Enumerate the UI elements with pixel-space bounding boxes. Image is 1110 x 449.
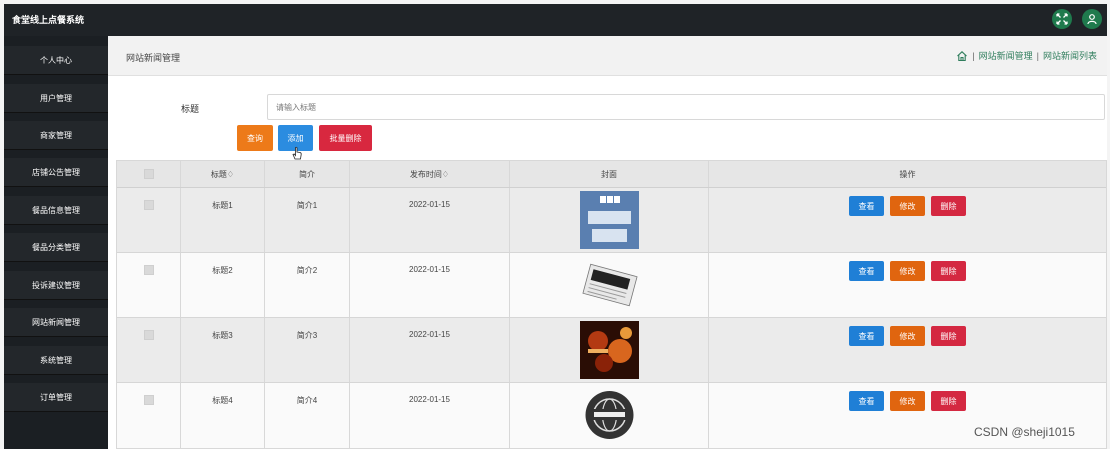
hand-cursor-icon — [292, 146, 302, 160]
sidebar-item-meal-info[interactable]: 餐品信息管理 — [4, 196, 108, 225]
sidebar-item-label: 投诉建议管理 — [32, 280, 80, 290]
newspaper-cover — [579, 256, 639, 314]
sidebar: 个人中心 用户管理 商家管理 店铺公告管理 餐品信息管理 餐品分类管理 投诉建议… — [4, 36, 108, 449]
row-checkbox[interactable] — [143, 200, 154, 210]
row-time: 2022-01-15 — [350, 383, 510, 448]
sidebar-item-label: 餐品信息管理 — [32, 205, 80, 215]
delete-button[interactable]: 删除 — [931, 391, 966, 411]
sidebar-item-label: 网站新闻管理 — [32, 317, 80, 327]
view-button[interactable]: 查看 — [849, 261, 884, 281]
app-title: 食堂线上点餐系统 — [12, 15, 85, 25]
row-ops-cell: 查看 修改 删除 — [709, 253, 1106, 317]
row-time: 2022-01-15 — [350, 318, 510, 382]
row-time: 2022-01-15 — [350, 253, 510, 317]
table-header: 标题♢ 简介 发布时间♢ 封面 操作 — [117, 161, 1106, 188]
batch-delete-button[interactable]: 批量删除 — [319, 125, 372, 151]
column-header-time[interactable]: 发布时间♢ — [350, 161, 510, 187]
header-bar: 网站新闻管理 | 网站新闻管理 | 网站新闻列表 — [108, 36, 1107, 76]
breadcrumb-news-management[interactable]: 网站新闻管理 — [979, 49, 1033, 62]
row-checkbox[interactable] — [143, 330, 154, 340]
view-button[interactable]: 查看 — [849, 326, 884, 346]
row-title: 标题2 — [181, 253, 265, 317]
sidebar-item-label: 个人中心 — [40, 55, 72, 65]
select-all-cell — [117, 161, 181, 187]
news-collage-cover — [579, 321, 639, 379]
sidebar-item-news[interactable]: 网站新闻管理 — [4, 308, 108, 337]
edit-button[interactable]: 修改 — [890, 391, 925, 411]
title-filter-label: 标题 — [181, 104, 200, 114]
breadcrumb: | 网站新闻管理 | 网站新闻列表 — [956, 49, 1097, 62]
sidebar-item-users[interactable]: 用户管理 — [4, 84, 108, 113]
delete-button[interactable]: 删除 — [931, 326, 966, 346]
table-row: 标题3 简介3 2022-01-15 查看 修改 删除 — [117, 318, 1106, 383]
sidebar-item-system[interactable]: 系统管理 — [4, 346, 108, 375]
view-button[interactable]: 查看 — [849, 391, 884, 411]
delete-button[interactable]: 删除 — [931, 196, 966, 216]
title-search-input[interactable] — [267, 94, 1105, 120]
row-ops-cell: 查看 修改 删除 — [709, 318, 1106, 382]
main-content: 网站新闻管理 | 网站新闻管理 | 网站新闻列表 标题 查询 添加 批量删除 标… — [108, 36, 1107, 449]
row-intro: 简介3 — [265, 318, 350, 382]
table-row: 标题2 简介2 2022-01-15 查看 修改 删除 — [117, 253, 1106, 318]
breadcrumb-separator: | — [972, 50, 975, 61]
sidebar-item-meal-category[interactable]: 餐品分类管理 — [4, 233, 108, 262]
news-globe-cover — [579, 386, 639, 444]
table-row: 标题4 简介4 2022-01-15 查看 修改 删除 — [117, 383, 1106, 448]
row-checkbox[interactable] — [143, 395, 154, 405]
view-button[interactable]: 查看 — [849, 196, 884, 216]
column-header-cover: 封面 — [510, 161, 709, 187]
row-intro: 简介4 — [265, 383, 350, 448]
column-header-ops: 操作 — [899, 169, 916, 179]
row-cover-cell — [510, 253, 709, 317]
table-row: 标题1 简介1 2022-01-15 查看 修改 删除 — [117, 188, 1106, 253]
row-cover-cell — [510, 188, 709, 252]
user-icon[interactable] — [1082, 9, 1102, 29]
column-header-title[interactable]: 标题♢ — [181, 161, 265, 187]
sidebar-item-orders[interactable]: 订单管理 — [4, 383, 108, 412]
row-intro: 简介2 — [265, 253, 350, 317]
row-title: 标题4 — [181, 383, 265, 448]
row-title: 标题3 — [181, 318, 265, 382]
edit-button[interactable]: 修改 — [890, 326, 925, 346]
breadcrumb-separator: | — [1036, 50, 1039, 61]
select-all-checkbox[interactable] — [143, 169, 154, 179]
row-ops-cell: 查看 修改 删除 — [709, 188, 1106, 252]
row-time: 2022-01-15 — [350, 188, 510, 252]
sidebar-item-merchants[interactable]: 商家管理 — [4, 121, 108, 150]
row-intro: 简介1 — [265, 188, 350, 252]
app: 食堂线上点餐系统 个人中心 用户管理 商家管理 店铺公告管理 餐品信息管理 餐品… — [0, 0, 1110, 449]
watermark: CSDN @sheji1015 — [974, 425, 1075, 439]
row-cover-cell — [510, 318, 709, 382]
sidebar-item-personal[interactable]: 个人中心 — [4, 46, 108, 75]
news-table: 标题♢ 简介 发布时间♢ 封面 操作 标题1 简介1 2022-01-15 查看… — [116, 160, 1107, 449]
delete-button[interactable]: 删除 — [931, 261, 966, 281]
fullscreen-icon[interactable] — [1052, 9, 1072, 29]
breadcrumb-news-list: 网站新闻列表 — [1042, 51, 1097, 61]
row-select-cell — [117, 318, 181, 382]
sidebar-item-label: 商家管理 — [40, 130, 72, 140]
sidebar-item-label: 订单管理 — [40, 392, 72, 402]
top-bar: 食堂线上点餐系统 — [4, 4, 1107, 36]
edit-button[interactable]: 修改 — [890, 261, 925, 281]
edit-button[interactable]: 修改 — [890, 196, 925, 216]
row-title: 标题1 — [181, 188, 265, 252]
query-button[interactable]: 查询 — [237, 125, 273, 151]
home-icon[interactable] — [956, 50, 968, 62]
sidebar-item-shop-notice[interactable]: 店铺公告管理 — [4, 158, 108, 187]
row-cover-cell — [510, 383, 709, 448]
row-select-cell — [117, 188, 181, 252]
bbc-world-news-cover — [579, 191, 639, 249]
row-checkbox[interactable] — [143, 265, 154, 275]
page-title: 网站新闻管理 — [126, 53, 181, 63]
sidebar-item-label: 系统管理 — [40, 355, 72, 365]
sidebar-item-complaints[interactable]: 投诉建议管理 — [4, 271, 108, 300]
column-header-intro: 简介 — [265, 161, 350, 187]
row-select-cell — [117, 383, 181, 448]
sidebar-item-label: 餐品分类管理 — [32, 242, 80, 252]
sidebar-item-label: 用户管理 — [40, 93, 72, 103]
sidebar-item-label: 店铺公告管理 — [32, 167, 80, 177]
row-select-cell — [117, 253, 181, 317]
